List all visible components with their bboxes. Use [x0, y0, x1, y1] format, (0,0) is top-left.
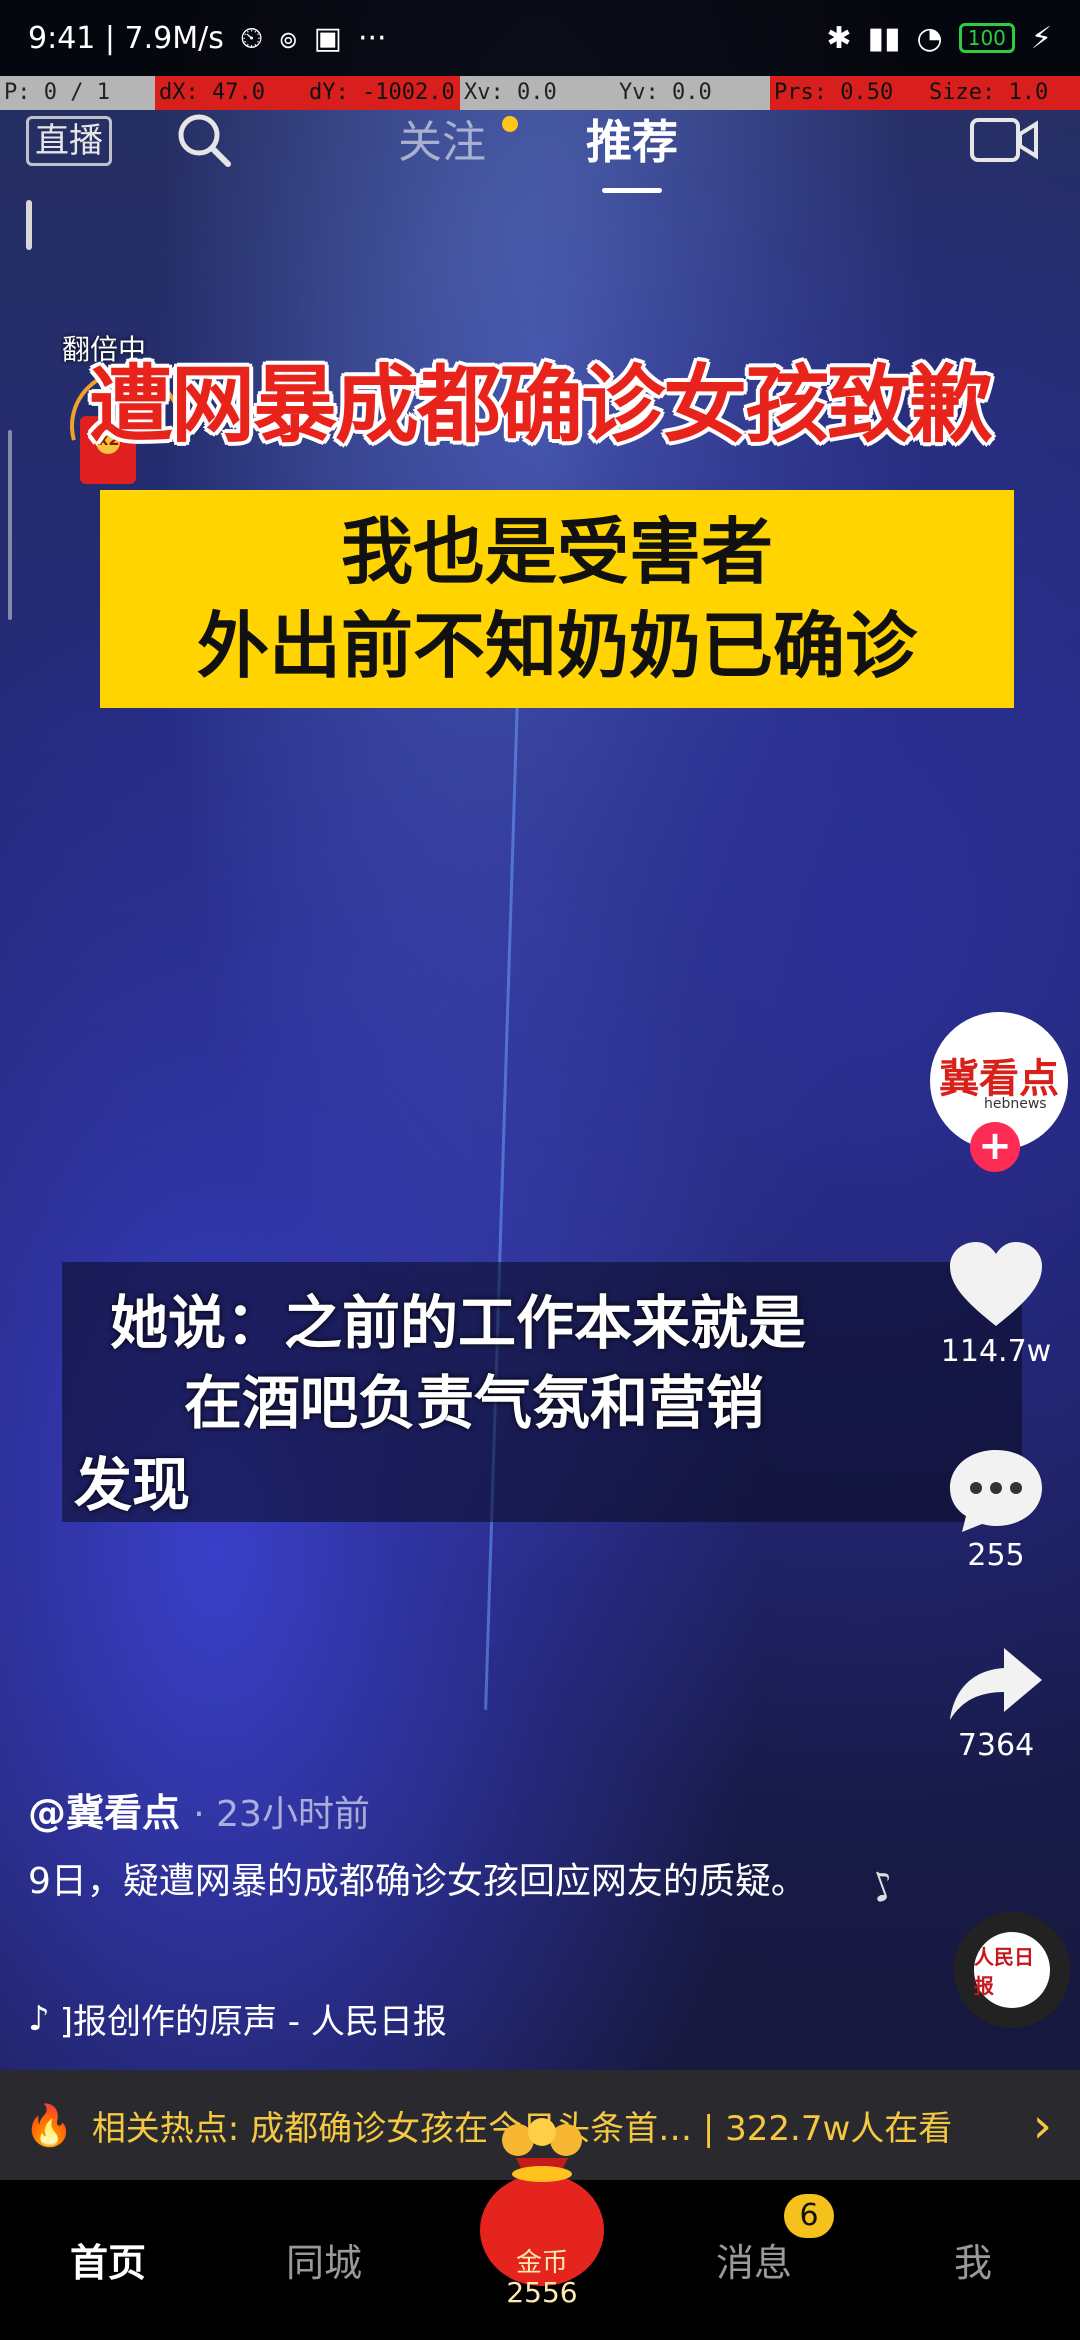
like-count: 114.7w — [940, 1334, 1052, 1369]
subtitle-line-1: 我也是受害者 — [340, 510, 773, 594]
nav-city[interactable]: 同城 — [286, 2232, 362, 2287]
author-line: @冀看点 · 23小时前 — [28, 1782, 370, 1837]
nav-me[interactable]: 我 — [954, 2232, 992, 2287]
post-time: · 23小时前 — [193, 1794, 370, 1835]
post-description[interactable]: 9日，疑遭网暴的成都确诊女孩回应网友的质疑。 — [28, 1850, 828, 1914]
bottom-nav: 首页 同城 金币 2556 消息 6 我 — [0, 2118, 1080, 2340]
charging-icon: ⚡ — [1030, 20, 1052, 56]
video-subtitle-box: 我也是受害者 外出前不知奶奶已确诊 — [100, 490, 1014, 708]
chat-icon: ▣ — [313, 20, 342, 56]
battery-icon: 100 — [958, 23, 1015, 53]
follow-plus-button[interactable]: + — [970, 1122, 1020, 1172]
active-tab-indicator — [602, 188, 662, 193]
caption-line-1: 她说：之前的工作本来就是 — [110, 1289, 807, 1357]
subtitle-line-2: 外出前不知奶奶已确诊 — [196, 604, 917, 688]
search-icon[interactable] — [172, 108, 236, 172]
camera-icon[interactable] — [968, 110, 1040, 170]
coin-count: 2556 — [506, 2276, 578, 2309]
comment-icon — [950, 1450, 1042, 1532]
follow-new-dot — [502, 116, 518, 132]
music-note-icon: ♪ — [28, 1998, 50, 2039]
video-headline: 遭网暴成都确诊女孩致歉 — [88, 356, 993, 454]
tab-follow[interactable]: 关注 — [398, 106, 486, 170]
music-row[interactable]: ♪ ]报创作的原声 - 人民日报 — [28, 1994, 447, 2043]
flame-icon: 🔥 — [24, 2102, 74, 2149]
nav-messages[interactable]: 消息 — [716, 2232, 792, 2287]
signal-icon: ▮▮ — [867, 20, 901, 56]
author-name[interactable]: @冀看点 — [28, 1791, 180, 1835]
tab-recommend[interactable]: 推荐 — [586, 106, 678, 172]
share-count: 7364 — [957, 1728, 1035, 1763]
wifi-icon: ◔ — [916, 20, 943, 56]
nav-home[interactable]: 首页 — [70, 2232, 146, 2287]
alarm-icon: ⏲ — [239, 20, 264, 56]
music-title: ]报创作的原声 - 人民日报 — [59, 2002, 447, 2042]
comment-count: 255 — [967, 1538, 1025, 1573]
more-dots: ··· — [357, 20, 387, 56]
side-indicator — [26, 200, 32, 250]
coin-label: 金币 — [515, 2248, 568, 2278]
comment-button[interactable]: 255 — [936, 1444, 1056, 1573]
heart-icon — [950, 1242, 1042, 1326]
status-bar: 9:41 | 7.9M/s ⏲ ๏ ▣ ··· ✱ ▮▮ ◔ 100 ⚡ — [0, 0, 1080, 76]
video-player[interactable] — [0, 0, 1080, 2070]
caption-line-3: 发现 — [74, 1451, 191, 1519]
caption-line-2: 在酒吧负责气氛和营销 — [184, 1369, 765, 1437]
avatar-logo-sub: hebnews — [984, 1096, 1047, 1112]
sync-icon: ๏ — [279, 20, 298, 56]
share-button[interactable]: 7364 — [936, 1644, 1056, 1763]
status-time: 9:41 | 7.9M/s — [28, 20, 224, 56]
bluetooth-icon: ✱ — [826, 20, 852, 56]
status-left: 9:41 | 7.9M/s ⏲ ๏ ▣ ··· — [28, 15, 387, 62]
disc-label: 人民日报 — [974, 1932, 1050, 2008]
chevron-right-icon: › — [1032, 2098, 1052, 2154]
music-disc[interactable]: 人民日报 — [954, 1912, 1070, 2028]
top-nav: 直播 关注 推荐 — [0, 96, 1080, 206]
status-right: ✱ ▮▮ ◔ 100 ⚡ — [826, 21, 1052, 56]
share-icon — [950, 1648, 1042, 1720]
like-button[interactable]: 114.7w — [936, 1240, 1056, 1369]
live-button[interactable]: 直播 — [26, 116, 112, 166]
messages-badge: 6 — [784, 2194, 834, 2238]
